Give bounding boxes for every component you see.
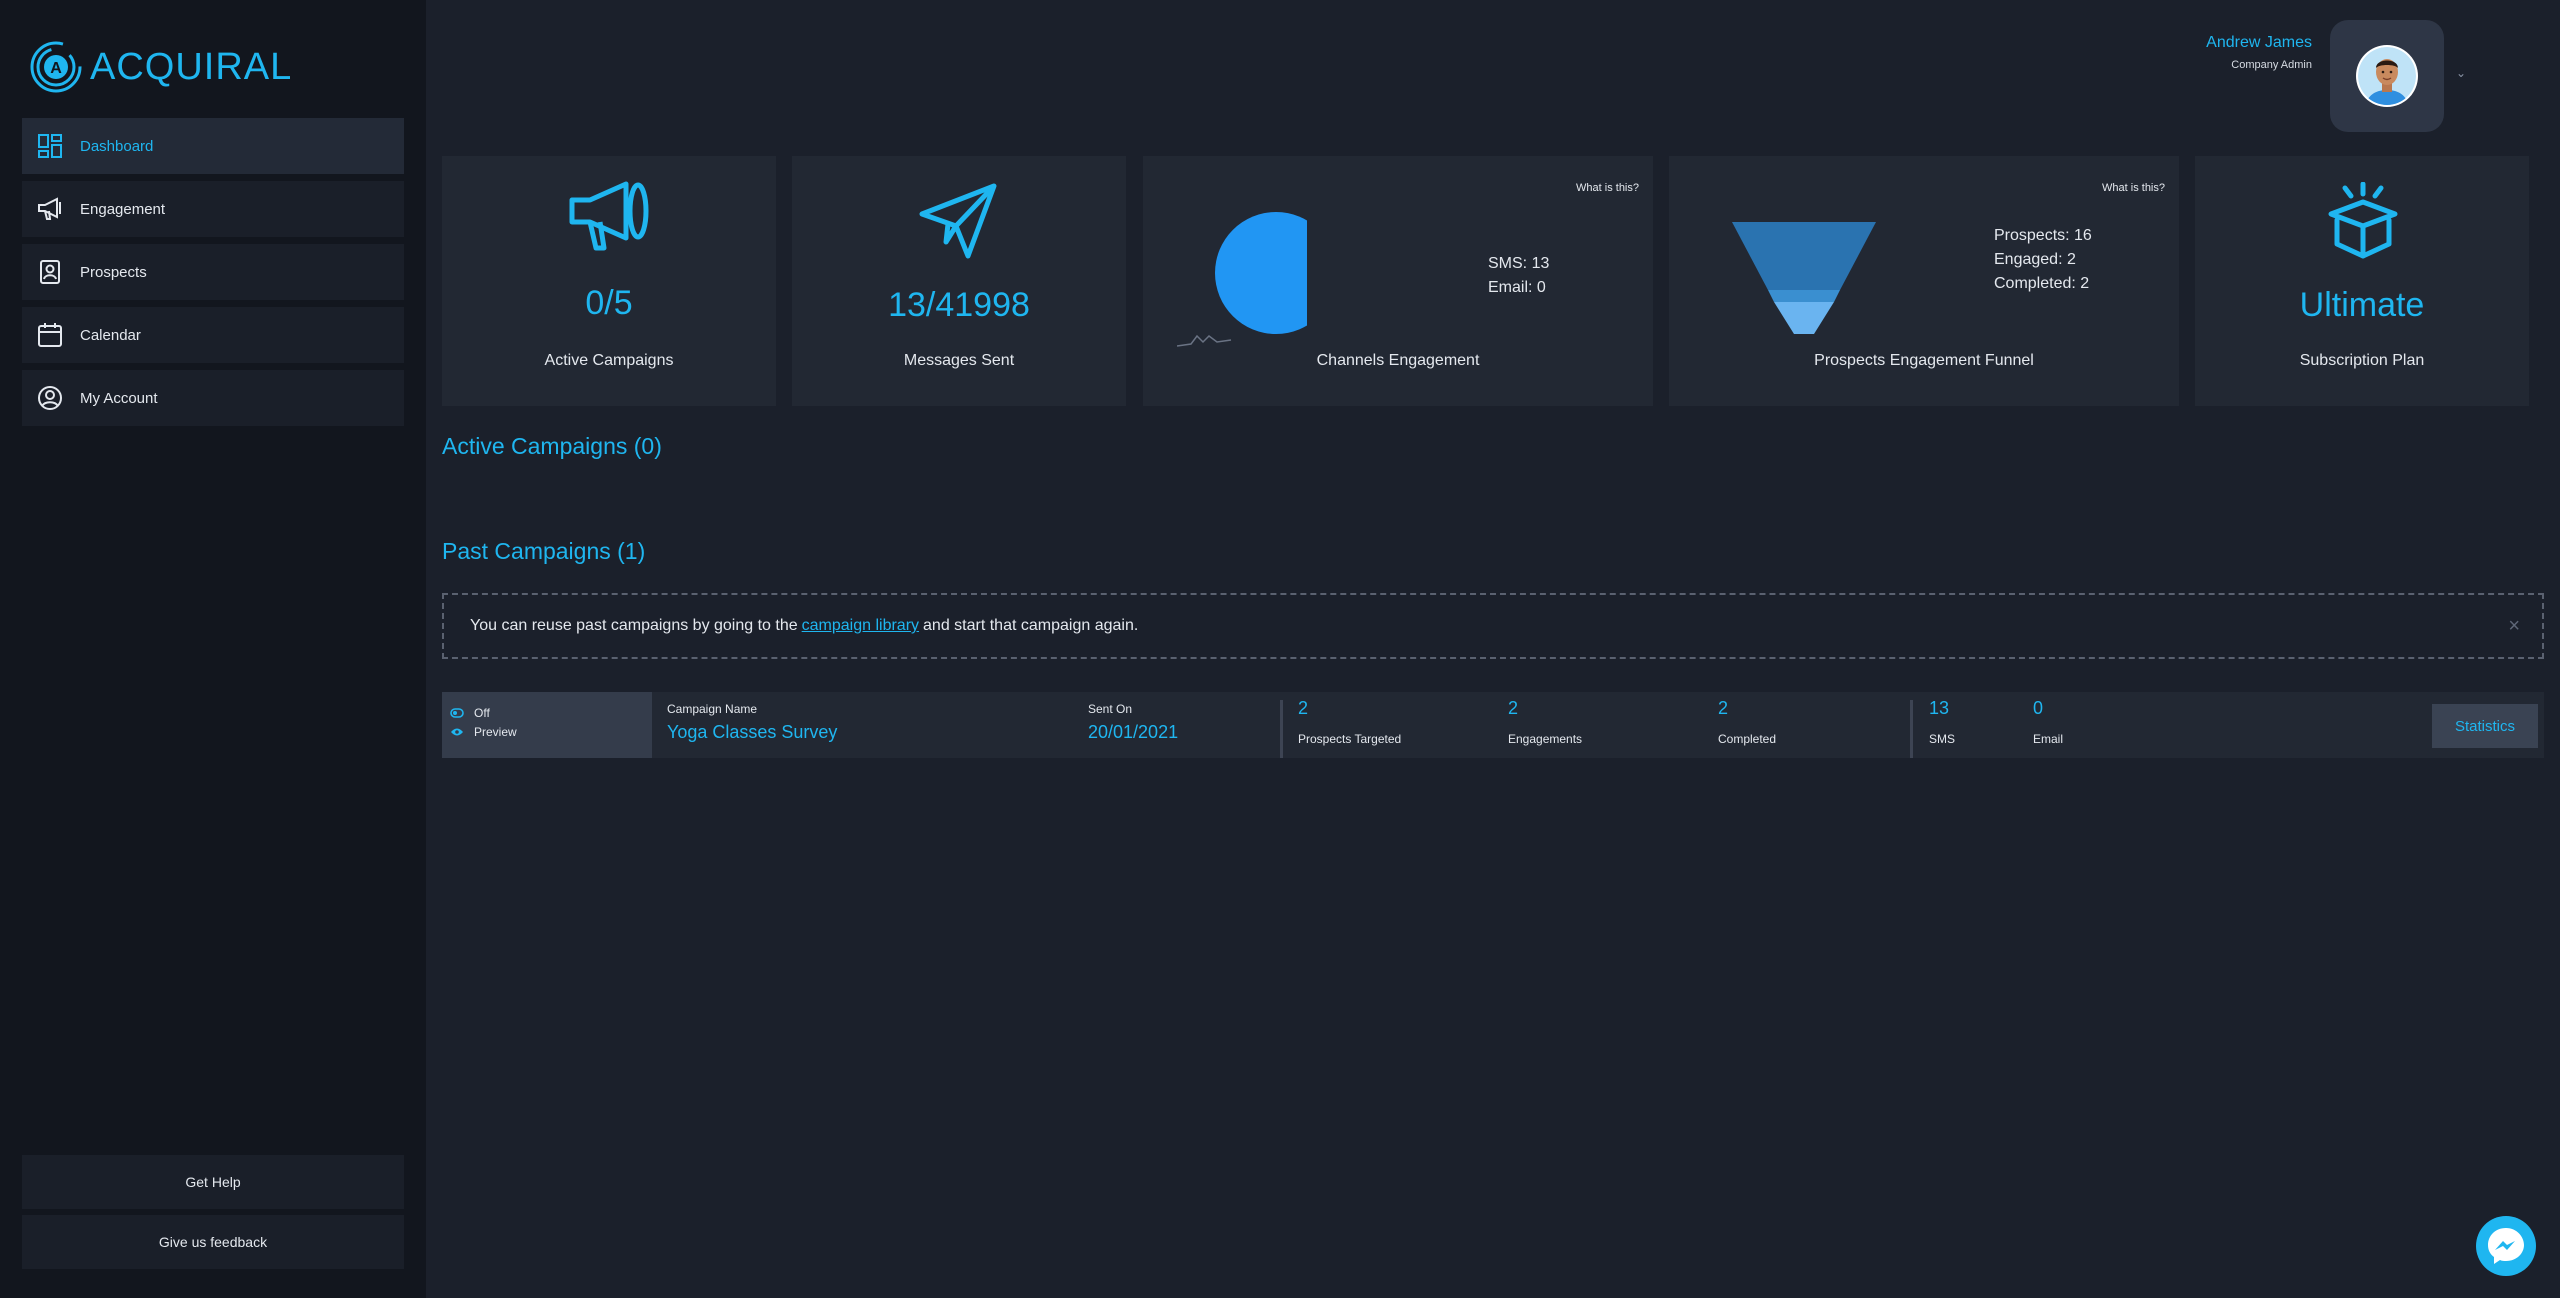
sent-on-label: Sent On [1088,702,1133,716]
user-role: Company Admin [2231,59,2312,71]
user-circle-icon [36,384,64,412]
engagements-value: 2 [1508,698,1519,718]
prospects-targeted-label: Prospects Targeted [1298,732,1402,746]
what-is-this-link[interactable]: What is this? [1576,182,1639,194]
acquiral-logo-icon: A [30,41,82,93]
subscription-card: Ultimate Subscription Plan [2195,156,2529,406]
megaphone-icon [569,181,649,251]
engagements-label: Engagements [1508,732,1583,746]
campaign-name[interactable]: Yoga Classes Survey [667,722,837,743]
sidebar-bottom: Get Help Give us feedback [22,1155,404,1275]
sidebar-item-label: Dashboard [80,137,154,155]
sidebar-item-dashboard[interactable]: Dashboard [22,118,404,174]
feedback-button[interactable]: Give us feedback [22,1215,404,1269]
channels-engagement-label: Channels Engagement [1316,352,1480,369]
campaign-row: Off Preview Campaign Name Yoga Classes S… [442,692,2544,758]
svg-text:A: A [50,60,62,77]
avatar-image [2356,45,2418,107]
email-value: 0 [2033,698,2044,718]
funnel-stage-engaged [1768,290,1840,302]
contacts-book-icon [36,258,64,286]
sidebar-item-my-account[interactable]: My Account [22,370,404,426]
chevron-down-icon[interactable]: ⌄ [2456,66,2466,80]
notice-text-after: and start that campaign again. [923,617,1139,634]
email-label: Email [2033,732,2064,746]
legend-completed: Completed: 2 [1994,275,2090,292]
sidebar-item-engagement[interactable]: Engagement [22,181,404,237]
active-campaigns-value: 0/5 [585,284,633,322]
completed-value: 2 [1718,698,1729,718]
campaign-library-link[interactable]: campaign library [802,617,919,635]
sidebar: A ACQUIRAL Dashboard Engagement Prospect… [0,0,426,1298]
sidebar-item-prospects[interactable]: Prospects [22,244,404,300]
eye-icon [451,728,463,736]
gift-box-icon [2328,182,2398,259]
messenger-icon [2488,1228,2524,1264]
messenger-chat-button[interactable] [2476,1216,2536,1276]
active-campaigns-label: Active Campaigns [544,352,674,369]
sidebar-nav: Dashboard Engagement Prospects Calendar … [22,118,404,433]
campaign-controls: Off Preview [442,692,652,758]
close-icon[interactable]: × [2508,615,2520,638]
statistics-button[interactable]: Statistics [2432,704,2538,748]
messages-sent-label: Messages Sent [903,352,1015,369]
brand-name: ACQUIRAL [90,45,293,88]
funnel-stage-prospects [1732,222,1876,290]
legend-engaged: Engaged: 2 [1994,251,2076,268]
active-campaigns-title: Active Campaigns (0) [442,433,662,459]
sidebar-item-label: Prospects [80,263,147,281]
brand-logo[interactable]: A ACQUIRAL [30,40,292,94]
channels-pie-chart [1177,212,1307,347]
funnel-label: Prospects Engagement Funnel [1814,352,2034,369]
legend-email: Email: 0 [1488,279,1546,296]
past-campaigns-title: Past Campaigns (1) [442,538,646,564]
channels-engagement-card: What is this? SMS: 13 Email: 0 Channels … [1143,156,1653,406]
prospects-targeted-value: 2 [1298,698,1309,718]
campaign-toggle[interactable]: Off [450,706,490,720]
notice-text-before: You can reuse past campaigns by going to… [470,617,798,634]
avatar[interactable] [2330,20,2444,132]
campaign-preview[interactable]: Preview [450,725,517,739]
funnel-stage-completed [1774,302,1834,334]
sidebar-item-label: My Account [80,389,158,407]
messages-sent-card: 13/41998 Messages Sent [792,156,1126,406]
preview-label: Preview [474,725,517,739]
engagement-funnel-chart [1732,222,1876,334]
sms-label: SMS [1929,732,1956,746]
sidebar-item-label: Calendar [80,326,141,344]
divider [1910,700,1913,758]
user-name: Andrew James [2206,34,2312,51]
reuse-campaigns-notice: You can reuse past campaigns by going to… [442,593,2544,659]
get-help-button[interactable]: Get Help [22,1155,404,1209]
toggle-icon [450,708,464,718]
subscription-value: Ultimate [2299,286,2425,324]
paper-plane-icon [919,183,997,259]
sms-value: 13 [1929,698,1950,718]
active-campaigns-card: 0/5 Active Campaigns [442,156,776,406]
dashboard-icon [36,132,64,160]
completed-label: Completed [1718,732,1777,746]
sparkline-icon [1177,334,1232,347]
sidebar-item-calendar[interactable]: Calendar [22,307,404,363]
channels-legend: SMS: 13 Email: 0 [1488,252,1549,300]
funnel-legend: Prospects: 16 Engaged: 2 Completed: 2 [1994,224,2092,296]
what-is-this-link[interactable]: What is this? [2102,182,2165,194]
funnel-card: What is this? Prospects: 16 Engaged: 2 C… [1669,156,2179,406]
toggle-label: Off [474,706,490,720]
pie-slice-sms [1215,212,1307,334]
megaphone-icon [36,195,64,223]
calendar-icon [36,321,64,349]
divider [1280,700,1283,758]
sidebar-item-label: Engagement [80,200,166,218]
sent-on-date: 20/01/2021 [1088,722,1179,742]
legend-sms: SMS: 13 [1488,255,1550,272]
user-info[interactable]: Andrew James Company Admin [2206,34,2312,71]
campaign-name-label: Campaign Name [667,702,758,716]
messages-sent-value: 13/41998 [888,286,1030,324]
legend-prospects: Prospects: 16 [1994,227,2092,244]
subscription-label: Subscription Plan [2299,352,2425,369]
